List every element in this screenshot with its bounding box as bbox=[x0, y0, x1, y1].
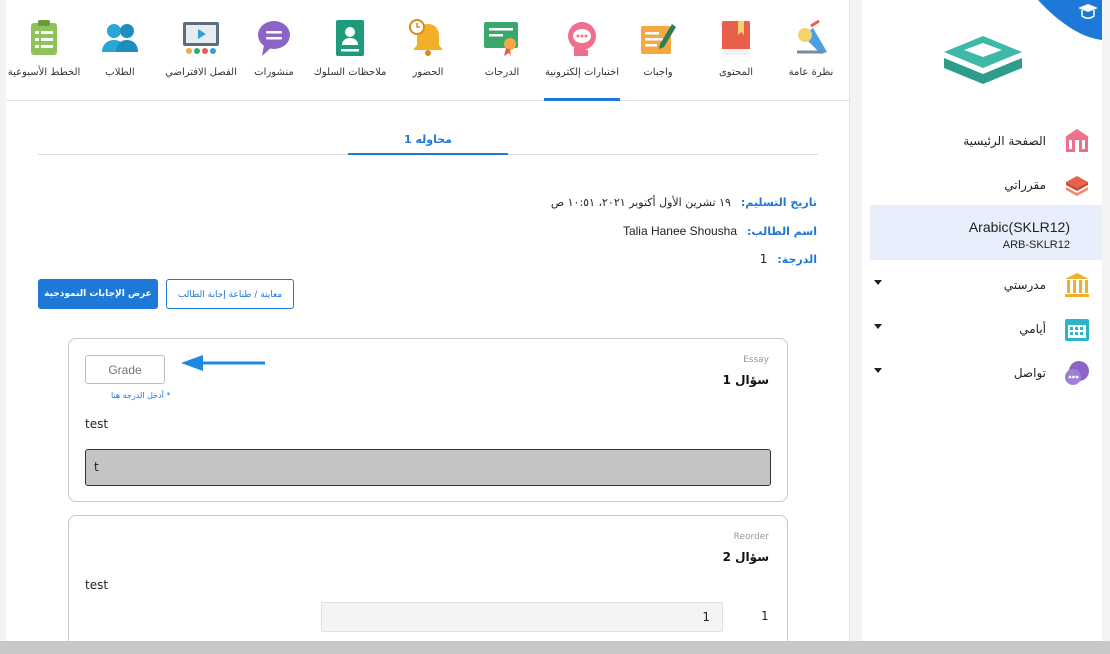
chevron-down-icon[interactable] bbox=[874, 324, 882, 329]
chevron-down-icon[interactable] bbox=[874, 368, 882, 373]
books-stack-icon bbox=[1064, 172, 1090, 198]
nav-overview[interactable]: نظرة عامة bbox=[776, 0, 846, 101]
student-answer-box: t bbox=[85, 449, 771, 486]
nav-label: الدرجات bbox=[484, 67, 520, 78]
horizontal-scrollbar[interactable] bbox=[0, 641, 1110, 654]
grade-row: الدرجة: 1 bbox=[760, 252, 817, 266]
logo-icon bbox=[944, 36, 1022, 84]
sidebar-item-label: أيامي bbox=[1019, 322, 1046, 336]
grade-label: الدرجة: bbox=[777, 253, 817, 266]
nav-label: الحضور bbox=[412, 67, 444, 78]
student-name-label: اسم الطالب: bbox=[747, 225, 817, 238]
arrow-left-icon bbox=[181, 355, 265, 371]
chat-bubbles-icon bbox=[1064, 360, 1090, 386]
sidebar-item-label: تواصل bbox=[1013, 366, 1046, 380]
reorder-item[interactable]: 1 bbox=[321, 602, 723, 632]
sidebar-item-my-school[interactable]: مدرستي bbox=[862, 272, 1102, 300]
sidebar-item-label: مدرستي bbox=[1003, 278, 1046, 292]
nav-label: واجبات bbox=[643, 67, 673, 78]
nav-label: الخطط الأسبوعية bbox=[7, 67, 81, 78]
nav-grades[interactable]: الدرجات bbox=[460, 0, 544, 101]
nav-label: المحتوى bbox=[718, 67, 754, 78]
show-model-answers-button[interactable]: عرض الإجابات النموذجية bbox=[38, 279, 158, 309]
grade-value: 1 bbox=[759, 252, 768, 266]
tab-attempt-1[interactable]: محاوله 1 bbox=[348, 125, 508, 155]
users-icon bbox=[100, 18, 140, 58]
columns-building-icon bbox=[1064, 272, 1090, 298]
course-code: ARB-SKLR12 bbox=[1002, 239, 1070, 251]
sidebar-item-label: الصفحة الرئيسية bbox=[963, 134, 1046, 148]
attempt-tabs: محاوله 1 bbox=[38, 125, 818, 155]
book-icon bbox=[716, 18, 756, 58]
nav-label: الطلاب bbox=[105, 67, 135, 78]
grade-hint: * أدخل الدرجة هنا bbox=[111, 391, 171, 400]
nav-weekly-plans[interactable]: الخطط الأسبوعية bbox=[6, 0, 82, 101]
sidebar-item-communicate[interactable]: تواصل bbox=[862, 360, 1102, 388]
sidebar-item-my-courses[interactable]: مقرراتي bbox=[862, 172, 1102, 200]
nav-students[interactable]: الطلاب bbox=[82, 0, 158, 101]
presentation-screen-icon bbox=[181, 18, 221, 58]
student-name-value: Talia Hanee Shousha bbox=[622, 224, 738, 238]
main-panel: الخطط الأسبوعية الطلاب الفصل الافتراضي م… bbox=[6, 0, 850, 654]
graduation-cap-corner-icon bbox=[1038, 0, 1102, 40]
sidebar: الصفحة الرئيسية مقرراتي Arabic(SKLR12) A… bbox=[862, 0, 1102, 654]
course-name: Arabic(SKLR12) bbox=[968, 219, 1070, 235]
question-card-1: Essay سؤال 1 * أدخل الدرجة هنا test t bbox=[68, 338, 788, 502]
sidebar-item-home[interactable]: الصفحة الرئيسية bbox=[862, 128, 1102, 156]
nav-assignments[interactable]: واجبات bbox=[620, 0, 696, 101]
nav-behavior-notes[interactable]: ملاحظات السلوك bbox=[304, 0, 396, 101]
question-card-2: Reorder سؤال 2 test 1 1 bbox=[68, 515, 788, 654]
grade-input[interactable] bbox=[85, 355, 165, 384]
nav-label: منشورات bbox=[254, 67, 294, 78]
top-navigation: الخطط الأسبوعية الطلاب الفصل الافتراضي م… bbox=[6, 0, 849, 101]
sidebar-course-selected[interactable]: Arabic(SKLR12) ARB-SKLR12 bbox=[870, 205, 1102, 260]
nav-label: الفصل الافتراضي bbox=[165, 67, 237, 78]
question-title: سؤال 2 bbox=[722, 550, 769, 564]
submission-date-row: تاريخ التسليم: ١٩ تشرين الأول أكتوبر ٢٠٢… bbox=[551, 196, 817, 209]
reorder-item-index: 1 bbox=[761, 609, 769, 623]
calendar-icon bbox=[1064, 316, 1090, 342]
chevron-down-icon[interactable] bbox=[874, 280, 882, 285]
student-name-row: اسم الطالب: Talia Hanee Shousha bbox=[623, 224, 817, 238]
nav-electronic-exams[interactable]: اختبارات إلكترونية bbox=[544, 0, 620, 101]
speech-bubble-icon bbox=[254, 18, 294, 58]
question-title: سؤال 1 bbox=[722, 373, 769, 387]
clipboard-checklist-icon bbox=[24, 18, 64, 58]
certificate-icon bbox=[482, 18, 522, 58]
question-text: test bbox=[85, 578, 109, 592]
school-building-icon bbox=[1064, 128, 1090, 154]
sidebar-item-label: مقرراتي bbox=[1004, 178, 1046, 192]
sidebar-item-my-days[interactable]: أيامي bbox=[862, 316, 1102, 344]
question-type: Reorder bbox=[733, 532, 769, 542]
submission-date-label: تاريخ التسليم: bbox=[740, 196, 817, 209]
easel-lamp-icon bbox=[791, 18, 831, 58]
preview-print-answer-button[interactable]: معاينة / طباعة إجابة الطالب bbox=[166, 279, 294, 309]
nav-label: اختبارات إلكترونية bbox=[544, 67, 620, 78]
id-badge-icon bbox=[330, 18, 370, 58]
bell-clock-icon bbox=[408, 18, 448, 58]
thinking-head-icon bbox=[562, 18, 602, 58]
nav-label: نظرة عامة bbox=[788, 67, 834, 78]
nav-label: ملاحظات السلوك bbox=[313, 67, 387, 78]
nav-posts[interactable]: منشورات bbox=[244, 0, 304, 101]
nav-virtual-class[interactable]: الفصل الافتراضي bbox=[158, 0, 244, 101]
nav-attendance[interactable]: الحضور bbox=[396, 0, 460, 101]
question-text: test bbox=[85, 417, 109, 431]
submission-date-value: ١٩ تشرين الأول أكتوبر ٢٠٢١، ١٠:٥١ ص bbox=[550, 196, 731, 209]
nav-content[interactable]: المحتوى bbox=[696, 0, 776, 101]
pencil-paper-icon bbox=[638, 18, 678, 58]
question-type: Essay bbox=[743, 355, 769, 365]
